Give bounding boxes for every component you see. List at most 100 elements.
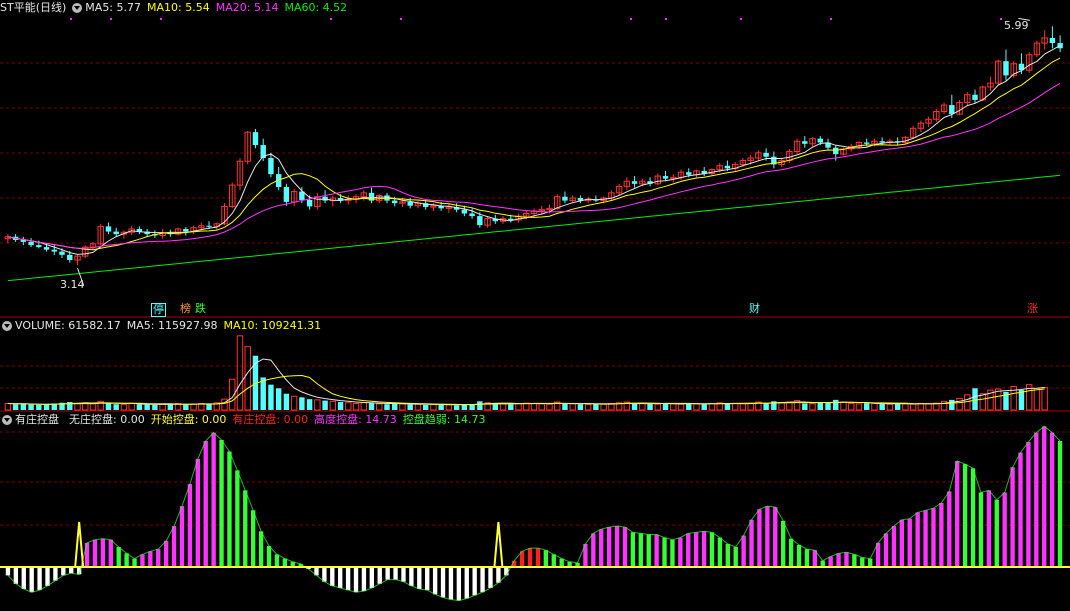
- volume-bar-down: [508, 404, 514, 410]
- volume-bar-up: [917, 402, 925, 411]
- volume-bar-up: [546, 403, 553, 411]
- candle-body-down: [206, 225, 212, 227]
- volume-bar-down: [20, 403, 27, 410]
- indicator-bar: [646, 534, 651, 567]
- event-marker-rise[interactable]: 涨: [1027, 303, 1038, 315]
- volume-bar-down: [453, 405, 460, 410]
- indicator-bar: [606, 527, 612, 567]
- volume-bar-up: [221, 398, 228, 411]
- indicator-bar: [116, 547, 121, 567]
- volume-ma5-value: MA5: 115927.98: [126, 319, 218, 332]
- indicator-bar: [994, 499, 999, 567]
- volume-bar-up: [314, 399, 321, 411]
- volume-bar-down: [144, 404, 150, 410]
- indicator-bar: [258, 531, 264, 567]
- volume-bar-up: [1041, 387, 1048, 411]
- indicator-bar: [456, 567, 462, 601]
- candle-body-down: [802, 141, 808, 144]
- high-control-value: 高度控盘: 14.73: [314, 413, 397, 426]
- volume-bar-up: [855, 403, 863, 411]
- volume-bar-down: [113, 404, 119, 410]
- event-marker-halt[interactable]: 停: [151, 303, 166, 317]
- volume-bar-up: [979, 393, 986, 411]
- candle-body-down: [763, 152, 769, 157]
- indicator-bar: [417, 567, 422, 590]
- volume-bar-up: [639, 402, 646, 411]
- volume-bar-up: [840, 401, 847, 411]
- indicator-bar: [45, 567, 50, 586]
- ma5-value: MA5: 5.77: [85, 1, 142, 14]
- volume-bar-up: [290, 395, 298, 411]
- candle-body-down: [268, 158, 274, 175]
- chart-annotations: 5.99 3.14: [60, 19, 1029, 291]
- volume-ma10-value: MA10: 109241.31: [223, 319, 322, 332]
- indicator-bar: [227, 451, 232, 567]
- event-marker-list[interactable]: 榜: [180, 303, 191, 315]
- indicator-bar: [1026, 442, 1031, 567]
- indicator-bar: [322, 567, 327, 582]
- indicator-header: 有庄控盘 无庄控盘: 0.00 开始控盘: 0.00 有庄控盘: 0.00 高度…: [0, 412, 492, 428]
- chevron-down-icon[interactable]: [2, 415, 12, 425]
- candle-body-down: [477, 216, 483, 226]
- signal-dot: [330, 18, 332, 20]
- indicator-bar: [599, 529, 604, 567]
- volume-bar-up: [159, 403, 166, 411]
- volume-bar-down: [368, 403, 375, 410]
- indicator-bar: [883, 533, 889, 567]
- indicator-bar: [788, 538, 794, 567]
- start-control-value: 开始控盘: 0.00: [150, 413, 227, 426]
- indicator-bar: [219, 439, 224, 567]
- indicator-bar: [1042, 426, 1047, 567]
- candle-body-down: [833, 147, 839, 155]
- indicator-bar: [678, 537, 683, 567]
- signal-dot: [740, 18, 742, 20]
- volume-bar-up: [414, 403, 422, 411]
- indicator-bar: [132, 558, 137, 567]
- volume-bar-up: [569, 403, 576, 411]
- ma10-value: MA10: 5.54: [147, 1, 210, 14]
- indicator-bar: [203, 441, 208, 567]
- indicator-bar: [970, 468, 976, 567]
- candle-body-down: [306, 199, 313, 207]
- indicator-bar: [670, 539, 675, 567]
- indicator-bar: [852, 554, 857, 567]
- indicator-bar: [915, 512, 920, 567]
- indicator-bar: [425, 567, 430, 591]
- indicator-bar: [37, 567, 42, 591]
- volume-bar-up: [956, 397, 963, 411]
- candle-body-down: [562, 196, 568, 201]
- chevron-down-icon[interactable]: [72, 3, 83, 13]
- volume-bar-down: [461, 404, 468, 410]
- indicator-panel[interactable]: [0, 425, 1070, 602]
- indicator-bar: [163, 540, 169, 567]
- indicator-bar: [899, 519, 905, 567]
- indicator-bar: [496, 567, 501, 583]
- indicator-bar: [986, 490, 992, 567]
- price-panel[interactable]: [4, 17, 1063, 286]
- indicator-bar: [448, 567, 454, 600]
- indicator-bar: [733, 547, 738, 567]
- indicator-bar: [488, 567, 493, 588]
- volume-bar-up: [693, 403, 700, 411]
- indicator-bar: [1049, 432, 1055, 567]
- signal-dot: [160, 18, 162, 20]
- indicator-bar: [393, 567, 398, 580]
- volume-panel[interactable]: [4, 335, 1048, 411]
- volume-bar-down: [268, 384, 274, 410]
- event-marker-finance[interactable]: 财: [749, 303, 760, 315]
- event-marker-fall[interactable]: 跌: [195, 303, 206, 315]
- indicator-bar: [804, 549, 810, 567]
- indicator-bar: [29, 567, 34, 593]
- chevron-down-icon[interactable]: [2, 321, 12, 331]
- indicator-bar: [282, 558, 287, 567]
- candle-body-down: [817, 138, 823, 143]
- candle-body-down: [662, 176, 669, 179]
- indicator-bar: [187, 484, 193, 567]
- volume-bar-down: [183, 404, 189, 410]
- indicator-bar: [749, 519, 754, 567]
- candle-body-down: [51, 249, 57, 252]
- volume-bar-up: [871, 402, 878, 411]
- volume-bar-down: [949, 399, 955, 410]
- indicator-bar: [725, 543, 730, 567]
- indicator-bar: [939, 502, 944, 567]
